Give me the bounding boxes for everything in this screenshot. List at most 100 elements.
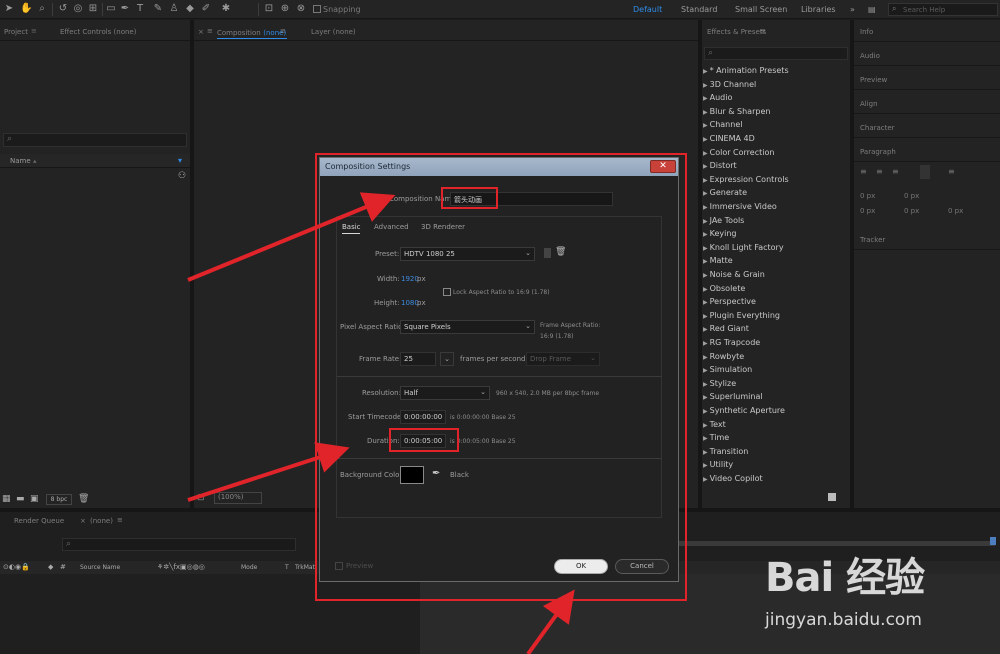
flowchart-icon[interactable]: ⚇ (178, 171, 186, 181)
column-source-name[interactable]: Source Name (80, 564, 120, 571)
effects-item[interactable]: ▶ Blur & Sharpen (703, 107, 770, 116)
effects-item[interactable]: ▶ Synthetic Aperture (703, 406, 785, 415)
effects-item[interactable]: ▶ Perspective (703, 297, 756, 306)
effects-item[interactable]: ▶ Knoll Light Factory (703, 243, 784, 252)
navigator-end-handle[interactable] (990, 537, 996, 545)
interpret-footage-icon[interactable]: ▦ (2, 494, 11, 504)
effects-item[interactable]: ▶ Plugin Everything (703, 311, 780, 320)
eraser-tool-icon[interactable]: ◆ (184, 3, 196, 15)
right-panel-tab[interactable]: Align (860, 100, 878, 108)
effects-search-input[interactable]: ⌕ (704, 47, 848, 60)
effects-item[interactable]: ▶ Expression Controls (703, 175, 789, 184)
panel-menu-icon[interactable]: ≡ (117, 516, 123, 524)
delete-icon[interactable]: 🗑 (78, 494, 89, 504)
selection-tool-icon[interactable]: ➤ (3, 3, 15, 15)
right-panel-tab[interactable]: Tracker (860, 236, 885, 244)
effects-item[interactable]: ▶ Audio (703, 93, 732, 102)
indent-left-value[interactable]: 0 px (860, 192, 875, 200)
effects-item[interactable]: ▶ Rowbyte (703, 352, 744, 361)
effects-item[interactable]: ▶ Utility (703, 460, 733, 469)
panels-icon[interactable]: ▤ (868, 5, 876, 14)
tab-effect-controls[interactable]: Effect Controls (none) (60, 28, 136, 36)
effects-item[interactable]: ▶ Time (703, 433, 729, 442)
rotate-tool-icon[interactable]: ↺ (57, 3, 69, 15)
right-panel-tab[interactable]: Preview (860, 76, 887, 84)
magnification-icon[interactable]: ⊟ (197, 493, 205, 503)
effects-item[interactable]: ▶ 3D Channel (703, 80, 756, 89)
overflow-icon[interactable]: » (850, 5, 855, 14)
justify-all-icon[interactable]: ≡ (948, 167, 955, 176)
effects-item[interactable]: ▶ Transition (703, 447, 748, 456)
clone-stamp-tool-icon[interactable]: ♙ (168, 3, 180, 15)
new-preset-icon[interactable] (828, 493, 836, 501)
view-axis-icon[interactable]: ⊗ (295, 3, 307, 15)
first-line-value[interactable]: 0 px (904, 207, 919, 215)
panel-menu-icon[interactable]: ≡ (280, 27, 286, 35)
effects-item[interactable]: ▶ * Animation Presets (703, 66, 789, 75)
column-trkmat[interactable]: TrkMat (295, 564, 315, 571)
roto-brush-tool-icon[interactable]: ✐ (200, 3, 212, 15)
space-before-value[interactable]: 0 px (860, 207, 875, 215)
right-panel-tab[interactable]: Info (860, 28, 873, 36)
search-help-input[interactable]: ⌕ Search Help (888, 3, 998, 16)
column-t[interactable]: T (285, 564, 289, 571)
effects-item[interactable]: ▶ Matte (703, 256, 733, 265)
align-right-icon[interactable]: ≡ (892, 167, 899, 176)
column-name[interactable]: Name (10, 157, 31, 165)
timeline-search-input[interactable]: ⌕ (62, 538, 296, 551)
workspace-small-screen[interactable]: Small Screen (735, 5, 787, 14)
effects-item[interactable]: ▶ Keying (703, 229, 737, 238)
right-panel-tab[interactable]: Character (860, 124, 895, 132)
new-folder-icon[interactable]: ▬ (16, 494, 25, 504)
effects-item[interactable]: ▶ Simulation (703, 365, 752, 374)
local-axis-icon[interactable]: ⊡ (263, 3, 275, 15)
effects-item[interactable]: ▶ Video Copilot (703, 474, 763, 483)
effects-item[interactable]: ▶ Color Correction (703, 148, 774, 157)
puppet-tool-icon[interactable]: ✱ (220, 3, 232, 15)
world-axis-icon[interactable]: ⊕ (279, 3, 291, 15)
effects-item[interactable]: ▶ Distort (703, 161, 737, 170)
right-panel-tab[interactable]: Paragraph (860, 148, 896, 156)
label-icon[interactable]: ◆ (48, 563, 53, 571)
hand-tool-icon[interactable]: ✋ (20, 3, 32, 15)
close-tab-icon[interactable]: × (198, 28, 204, 36)
effects-item[interactable]: ▶ Superluminal (703, 392, 763, 401)
new-composition-icon[interactable]: ▣ (30, 494, 39, 504)
align-left-icon[interactable]: ≡ (860, 167, 867, 176)
close-tab-icon[interactable]: × (80, 517, 86, 525)
effects-item[interactable]: ▶ JAe Tools (703, 216, 744, 225)
camera-tool-icon[interactable]: ◎ (72, 3, 84, 15)
snapping-checkbox[interactable] (313, 5, 321, 13)
brush-tool-icon[interactable]: ✎ (152, 3, 164, 15)
effects-item[interactable]: ▶ Generate (703, 188, 747, 197)
zoom-tool-icon[interactable]: ⌕ (36, 3, 48, 15)
effects-item[interactable]: ▶ Immersive Video (703, 202, 777, 211)
effects-item[interactable]: ▶ Red Giant (703, 324, 749, 333)
justify-active-icon[interactable] (920, 165, 930, 179)
workspace-standard[interactable]: Standard (681, 5, 717, 14)
column-options-icon[interactable]: ▾ (178, 156, 182, 165)
indent-right-value[interactable]: 0 px (904, 192, 919, 200)
av-switches-icon[interactable]: ⊙◐◉🔒 (3, 563, 30, 571)
workspace-libraries[interactable]: Libraries (801, 5, 836, 14)
tab-layer[interactable]: Layer (none) (311, 28, 356, 36)
panel-menu-icon[interactable]: ≡ (760, 27, 766, 35)
lock-icon[interactable]: ≡ (207, 27, 213, 35)
pan-behind-tool-icon[interactable]: ⊞ (87, 3, 99, 15)
effects-presets-title[interactable]: Effects & Presets (707, 28, 766, 36)
pen-tool-icon[interactable]: ✒ (119, 3, 131, 15)
space-after-value[interactable]: 0 px (948, 207, 963, 215)
zoom-dropdown[interactable]: (100%) (214, 492, 262, 504)
effects-item[interactable]: ▶ CINEMA 4D (703, 134, 755, 143)
workspace-default[interactable]: Default (633, 5, 662, 14)
effects-item[interactable]: ▶ Noise & Grain (703, 270, 765, 279)
tab-timeline-none[interactable]: (none) (90, 517, 113, 525)
bpc-button[interactable]: 8 bpc (46, 494, 72, 505)
panel-menu-icon[interactable]: ≡ (31, 27, 37, 35)
column-mode[interactable]: Mode (241, 564, 257, 571)
effects-item[interactable]: ▶ Stylize (703, 379, 736, 388)
tab-render-queue[interactable]: Render Queue (14, 517, 64, 525)
project-search-input[interactable]: ⌕ (3, 133, 187, 147)
tab-project[interactable]: Project (4, 28, 28, 36)
effects-item[interactable]: ▶ RG Trapcode (703, 338, 760, 347)
